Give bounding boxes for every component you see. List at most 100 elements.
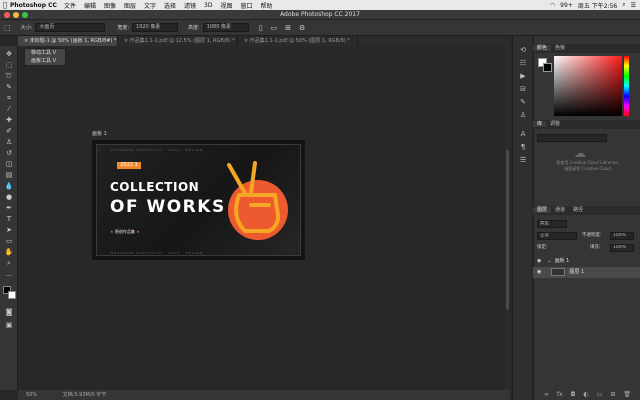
layer-kind-filter[interactable]: 类型	[537, 220, 567, 228]
search-icon[interactable]: ⌕	[622, 1, 625, 9]
clock[interactable]: 周五 下午2:56	[578, 1, 617, 10]
layer-row-artboard[interactable]: ◉ ⌄ 画板 1	[533, 256, 640, 267]
more-tools-icon[interactable]: …	[4, 270, 14, 279]
layer-row-layer1[interactable]: ◉ 图层 1	[533, 267, 640, 278]
clone-stamp-icon[interactable]: ♙	[4, 138, 14, 147]
expand-chevron-icon[interactable]: ⌄	[547, 258, 551, 264]
menu-type[interactable]: 文字	[144, 1, 156, 10]
menu-help[interactable]: 帮助	[261, 1, 273, 10]
adjustment-icon[interactable]: ◐	[583, 390, 588, 400]
styles-panel-icon[interactable]: ☰	[518, 156, 528, 165]
hue-slider[interactable]	[624, 56, 629, 116]
lasso-tool-icon[interactable]: ➰	[4, 72, 14, 81]
folder-icon[interactable]: ▭	[597, 390, 603, 400]
flyout-item-artboard[interactable]: 画板工具 V	[25, 57, 65, 65]
brush-panel-icon[interactable]: ✎	[518, 98, 528, 107]
tab-portfolio-50[interactable]: × 作品集1.1-1.pdf @ 50% (图层 1, RGB/8) *	[238, 36, 358, 46]
menu-view[interactable]: 视图	[220, 1, 232, 10]
clone-source-icon[interactable]: ♙	[518, 111, 528, 120]
tab-channels[interactable]: 通道	[551, 207, 569, 213]
healing-brush-icon[interactable]: ✚	[4, 116, 14, 125]
fx-icon[interactable]: fx	[557, 390, 563, 400]
quick-mask-icon[interactable]: ◙	[4, 308, 14, 317]
menu-filter[interactable]: 滤镜	[184, 1, 196, 10]
properties-panel-icon[interactable]: ☷	[518, 59, 528, 68]
size-select[interactable]: 大画页	[35, 23, 106, 32]
shape-tool-icon[interactable]: ▭	[4, 237, 14, 246]
menu-file[interactable]: 文件	[64, 1, 76, 10]
apple-icon[interactable]: 	[0, 1, 10, 9]
artboard-label[interactable]: 画板 1	[92, 130, 107, 137]
library-select[interactable]	[537, 134, 607, 142]
doc-size[interactable]: 文档:5.93M/0 字节	[63, 392, 107, 398]
crop-tool-icon[interactable]: ⌗	[4, 94, 14, 103]
wifi-icon[interactable]: ◠	[550, 2, 555, 9]
brush-tool-icon[interactable]: ✐	[4, 127, 14, 136]
background-color-swatch[interactable]	[8, 291, 16, 299]
tab-swatches[interactable]: 色板	[551, 45, 569, 51]
menu-window[interactable]: 窗口	[241, 1, 253, 10]
eyedropper-icon[interactable]: ⁄	[4, 105, 14, 114]
zoom-tool-icon[interactable]: ⌕	[4, 259, 14, 268]
glyphs-panel-icon[interactable]: ⊟	[518, 85, 528, 94]
blend-mode-select[interactable]: 正常	[537, 232, 577, 240]
artboard[interactable]: DESIGNER PORTFOLIO · 2022 · DESIGN DESIG…	[92, 140, 305, 260]
quick-select-icon[interactable]: ✎	[4, 83, 14, 92]
actions-panel-icon[interactable]: ▶	[518, 72, 528, 81]
paragraph-panel-icon[interactable]: ¶	[518, 143, 528, 152]
portrait-icon[interactable]: ▯	[259, 24, 263, 32]
menu-3d[interactable]: 3D	[204, 2, 212, 9]
flyout-item-move[interactable]: 移动工具 V	[25, 49, 65, 57]
eraser-tool-icon[interactable]: ◫	[4, 160, 14, 169]
blur-tool-icon[interactable]: 💧	[4, 182, 14, 191]
visibility-eye-icon[interactable]: ◉	[537, 269, 541, 275]
landscape-icon[interactable]: ▭	[271, 24, 278, 32]
menu-image[interactable]: 图像	[104, 1, 116, 10]
dodge-tool-icon[interactable]: ●	[4, 193, 14, 202]
bg-swatch[interactable]	[543, 63, 552, 72]
artboard-tool-icon[interactable]: ⬚	[4, 24, 11, 32]
tab-adjustments[interactable]: 调整	[546, 121, 564, 127]
hand-tool-icon[interactable]: ✋	[4, 248, 14, 257]
add-artboard-icon[interactable]: ⊞	[285, 24, 291, 32]
new-layer-icon[interactable]: ⊞	[610, 390, 615, 400]
tab-color[interactable]: 颜色	[533, 45, 552, 51]
visibility-eye-icon[interactable]: ◉	[537, 258, 541, 264]
battery-badge[interactable]: 99+	[560, 2, 573, 9]
color-picker-field[interactable]	[554, 56, 622, 116]
menu-layer[interactable]: 图层	[124, 1, 136, 10]
type-tool-icon[interactable]: T	[4, 215, 14, 224]
menu-select[interactable]: 选择	[164, 1, 176, 10]
close-window-button[interactable]	[4, 12, 10, 18]
tab-untitled[interactable]: × 未标题-1 @ 50% (画板 1, RGB/8#) *	[18, 36, 118, 46]
screen-mode-icon[interactable]: ▣	[4, 321, 14, 330]
history-brush-icon[interactable]: ↺	[4, 149, 14, 158]
deco-text-top: DESIGNER PORTFOLIO · 2022 · DESIGN	[111, 148, 204, 152]
app-menu[interactable]: Photoshop CC	[10, 2, 57, 9]
tab-layers[interactable]: 图层	[533, 207, 552, 213]
scrollbar-thumb[interactable]	[506, 150, 509, 310]
minimize-window-button[interactable]	[13, 12, 19, 18]
character-panel-icon[interactable]: A	[518, 130, 528, 139]
settings-gear-icon[interactable]: ⚙	[299, 24, 305, 32]
tab-paths[interactable]: 路径	[569, 207, 587, 213]
opacity-input[interactable]: 100%	[610, 232, 634, 240]
tab-portfolio-12[interactable]: × 作品集1.1-1.pdf @ 12.5% (图层 1, RGB/8) *	[118, 36, 238, 46]
menu-list-icon[interactable]: ☰	[631, 2, 636, 9]
menu-edit[interactable]: 编辑	[84, 1, 96, 10]
tab-libraries[interactable]: 库	[533, 121, 547, 127]
history-panel-icon[interactable]: ⟲	[518, 46, 528, 55]
height-input[interactable]: 1080 像素	[202, 23, 249, 32]
path-select-icon[interactable]: ➤	[4, 226, 14, 235]
trash-icon[interactable]: 🗑	[623, 390, 631, 400]
zoom-level[interactable]: 50%	[26, 392, 37, 398]
zoom-window-button[interactable]	[22, 12, 28, 18]
gradient-tool-icon[interactable]: ▤	[4, 171, 14, 180]
move-tool-icon[interactable]: ✥	[4, 50, 14, 59]
link-layers-icon[interactable]: ∞	[544, 390, 549, 400]
marquee-tool-icon[interactable]: ⬚	[4, 61, 14, 70]
pen-tool-icon[interactable]: ✒	[4, 204, 14, 213]
width-input[interactable]: 1920 像素	[132, 23, 178, 32]
mask-icon[interactable]: ◘	[571, 390, 576, 400]
fill-input[interactable]: 100%	[610, 244, 634, 252]
